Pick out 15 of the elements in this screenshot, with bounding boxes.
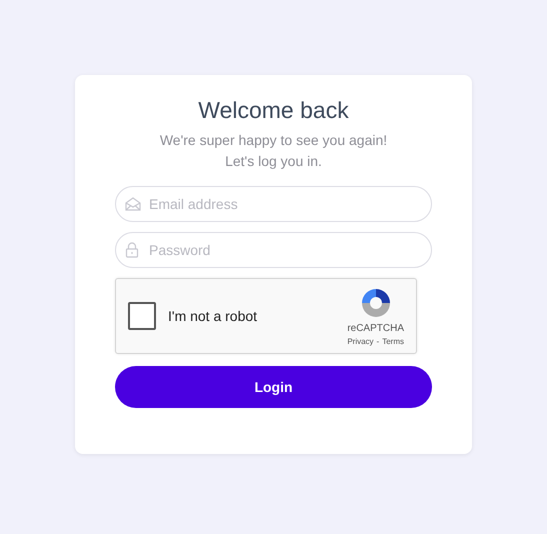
welcome-title: Welcome back: [198, 97, 349, 124]
link-separator: -: [376, 336, 380, 346]
recaptcha-logo-icon: [360, 286, 392, 318]
captcha-label: I'm not a robot: [168, 308, 258, 324]
login-button[interactable]: Login: [115, 366, 432, 408]
lock-icon: [125, 242, 139, 258]
privacy-link[interactable]: Privacy: [347, 336, 374, 346]
subtitle-text: Let's log you in.: [225, 152, 322, 171]
captcha-checkbox[interactable]: [128, 302, 156, 330]
password-field[interactable]: Password: [115, 232, 432, 268]
envelope-icon: [125, 197, 141, 211]
subtitle-text: We're super happy to see you again!: [160, 131, 388, 150]
email-field[interactable]: Email address: [115, 186, 432, 222]
captcha-brand: reCAPTCHA: [347, 322, 404, 334]
terms-link[interactable]: Terms: [382, 336, 404, 346]
